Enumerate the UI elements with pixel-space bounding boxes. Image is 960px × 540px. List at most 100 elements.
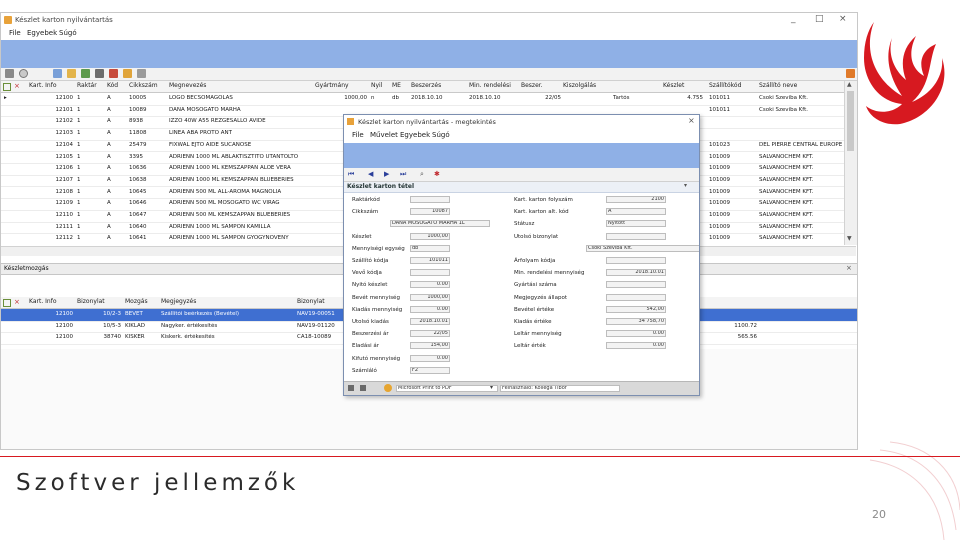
field-input[interactable]: A	[606, 208, 666, 216]
first-record-icon[interactable]: ⏮	[348, 170, 354, 179]
field-input[interactable]: 22/05	[410, 330, 450, 338]
next-record-icon[interactable]: ▶	[384, 170, 389, 178]
col-beszerzes[interactable]: Beszerzés	[411, 82, 461, 89]
field-input[interactable]	[606, 293, 666, 301]
field-input[interactable]: 2100	[606, 196, 666, 203]
field-input[interactable]	[410, 269, 450, 277]
table-cell: 1	[77, 153, 81, 160]
field-input[interactable]: 2018.10.01	[410, 318, 450, 325]
field-input[interactable]: 542,00	[606, 305, 666, 313]
lower-select-all-icon[interactable]	[3, 299, 11, 307]
search-icon[interactable]	[19, 69, 28, 78]
table-row[interactable]: ▸ 12100 1 A 10005 LOGO BECSOMAGOLÁS 1000,00 n db…	[1, 93, 844, 106]
prev-record-icon[interactable]: ◀	[368, 170, 373, 178]
dialog-menu-file[interactable]: File	[352, 131, 364, 139]
dialog-close-button[interactable]: ×	[688, 116, 695, 125]
col-szallitokod[interactable]: Szállítókód	[709, 82, 753, 89]
col-kod[interactable]: Kód	[107, 82, 125, 89]
grid-icon[interactable]	[5, 69, 14, 78]
col-keszlet[interactable]: Készlet	[663, 82, 703, 89]
col-min-rendelesi[interactable]: Min. rendelési	[469, 82, 519, 89]
export-icon[interactable]	[109, 69, 118, 78]
status-home-icon[interactable]	[348, 385, 354, 391]
col-raktar[interactable]: Raktár	[77, 82, 103, 89]
field-input[interactable]: 1000,00	[410, 232, 450, 240]
tools-icon[interactable]: ✱	[434, 170, 440, 178]
minimize-button[interactable]: _	[791, 14, 796, 24]
table-cell: 12107	[55, 176, 74, 183]
field-input[interactable]: 154,00	[410, 342, 450, 350]
field-input[interactable]	[606, 281, 666, 289]
dialog-menu-sugo[interactable]: Súgó	[432, 131, 450, 139]
print-icon[interactable]	[95, 69, 104, 78]
scroll-up-icon[interactable]: ▲	[847, 81, 852, 88]
table-cell: KIKLAD	[125, 322, 146, 329]
field-input[interactable]: 101011	[410, 257, 450, 264]
col-gyartmany[interactable]: Gyártmány	[315, 82, 363, 89]
dialog-header-band	[344, 143, 699, 168]
col-szallito-neve[interactable]: Szállító neve	[759, 82, 841, 89]
menu-egyebek[interactable]: Egyebek	[27, 29, 57, 37]
field-input[interactable]: Nyitott	[606, 220, 666, 228]
main-table-scrollbar[interactable]: ▲ ▼	[844, 81, 857, 245]
app-badge-icon[interactable]	[846, 69, 855, 78]
edit-icon[interactable]	[81, 69, 90, 78]
field-input[interactable]: 0.00	[410, 305, 450, 313]
dialog-section-bar: Készlet karton tétel ▾	[344, 182, 699, 193]
col-me[interactable]: ME	[392, 82, 408, 89]
field-input[interactable]: db	[410, 244, 450, 252]
field-input[interactable]: 0.00	[410, 281, 450, 289]
printer-dropdown-icon[interactable]: ▾	[490, 384, 493, 391]
col-kart-info[interactable]: Kart. Info	[29, 82, 73, 89]
lower-col-megjegyzes[interactable]: Megjegyzés	[161, 298, 281, 305]
close-button[interactable]: ×	[839, 14, 847, 24]
col-kiszolgalas[interactable]: Kiszolgálás	[563, 82, 607, 89]
field-input[interactable]: 34 758,70	[606, 318, 666, 325]
lower-section-close-icon[interactable]: ×	[846, 264, 852, 272]
lower-col-mozgas[interactable]: Mozgás	[125, 298, 165, 305]
field-input[interactable]: Csoki Szeviba Kft.	[586, 244, 699, 252]
lower-col-bizonylat[interactable]: Bizonylat	[77, 298, 121, 305]
zoom-icon[interactable]: ⌕	[420, 170, 424, 179]
printer-select[interactable]: Microsoft Print to PDF	[396, 385, 498, 392]
table-cell: 10/2-3	[103, 311, 121, 317]
field-input[interactable]: 0.00	[410, 354, 450, 362]
table-cell: 12105	[55, 153, 74, 160]
filter-icon[interactable]	[67, 69, 76, 78]
last-record-icon[interactable]: ⏭	[400, 170, 406, 179]
field-input[interactable]: DANA MOSOGATÓ MARHA 1L	[390, 220, 490, 228]
field-input[interactable]: 2018.10.01	[606, 269, 666, 277]
field-input[interactable]	[410, 196, 450, 203]
select-all-checkbox-icon[interactable]	[3, 83, 11, 91]
settings-icon[interactable]	[137, 69, 146, 78]
status-print-icon[interactable]	[360, 385, 366, 391]
field-input[interactable]: 10087	[410, 208, 450, 216]
lower-col-kart-info[interactable]: Kart. Info	[29, 298, 73, 305]
scroll-thumb[interactable]	[847, 91, 854, 151]
refresh-icon[interactable]	[123, 69, 132, 78]
section-collapse-icon[interactable]: ▾	[684, 182, 687, 189]
field-input[interactable]: 0.00	[606, 330, 666, 338]
col-nyil[interactable]: Nyil	[371, 82, 389, 89]
col-megnevezes[interactable]: Megnevezés	[169, 82, 319, 89]
menu-file[interactable]: File	[9, 29, 21, 37]
status-info-icon[interactable]	[384, 384, 392, 392]
dialog-menu-muvelet[interactable]: Művelet	[370, 131, 398, 139]
scroll-down-icon[interactable]: ▼	[847, 235, 852, 242]
list-icon[interactable]	[53, 69, 62, 78]
field-input[interactable]: F2	[410, 366, 450, 374]
clear-filter-icon[interactable]: ×	[14, 82, 20, 90]
field-input[interactable]: 1000,00	[410, 293, 450, 301]
dialog-title-bar: Készlet karton nyilvántartás - megtekint…	[344, 115, 699, 129]
field-input[interactable]	[606, 232, 666, 240]
lower-clear-filter-icon[interactable]: ×	[14, 298, 20, 306]
col-cikkszam[interactable]: Cikkszám	[129, 82, 167, 89]
menu-sugo[interactable]: Súgó	[59, 29, 77, 37]
field-input[interactable]	[606, 257, 666, 264]
dialog-menu-bar: File Művelet Egyebek Súgó	[344, 129, 699, 142]
table-cell: 11808	[129, 130, 147, 137]
dialog-menu-egyebek[interactable]: Egyebek	[400, 131, 430, 139]
field-input[interactable]: 0.00	[606, 342, 666, 350]
maximize-button[interactable]: □	[815, 14, 824, 24]
col-beszer[interactable]: Beszer.	[521, 82, 561, 89]
